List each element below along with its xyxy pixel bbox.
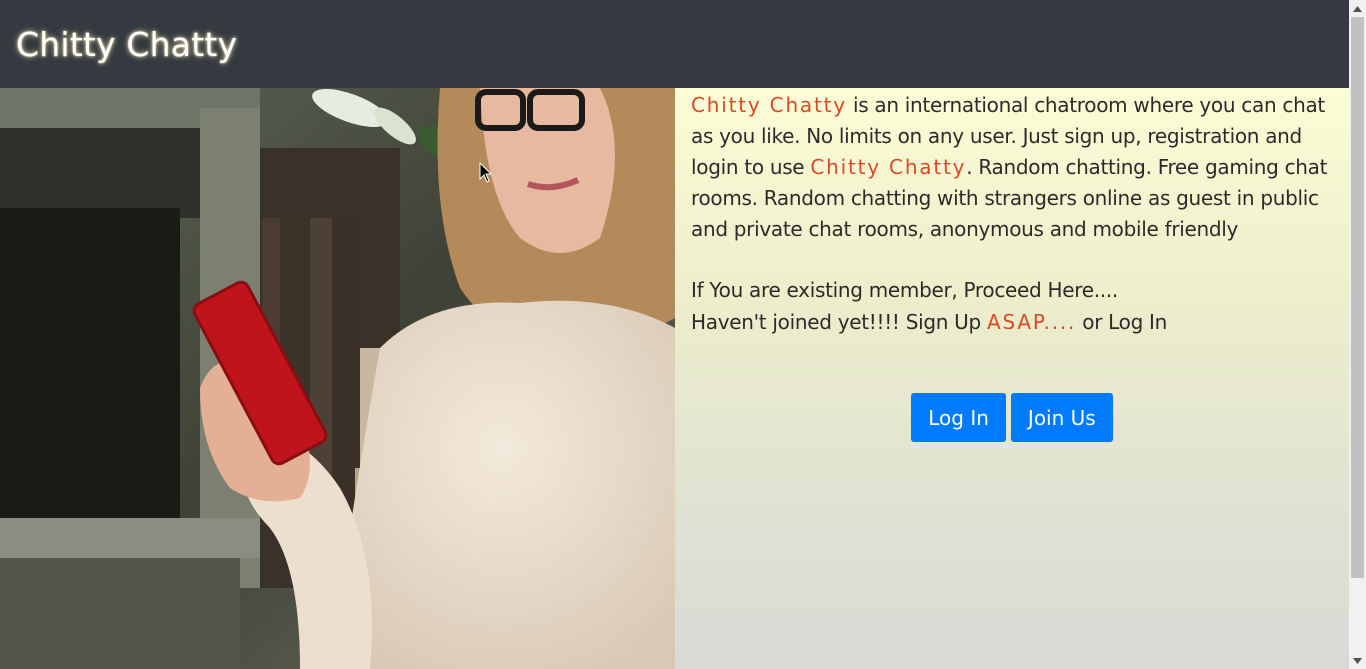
scroll-up-arrow-icon[interactable] — [1349, 0, 1366, 17]
scroll-down-arrow-icon[interactable] — [1349, 652, 1366, 669]
vertical-scrollbar[interactable] — [1349, 0, 1366, 669]
brand-link[interactable]: Chitty Chatty — [16, 25, 237, 64]
intro-paragraph: Chitty Chatty is an international chatro… — [691, 93, 1328, 241]
woman-with-phone-photo — [0, 88, 675, 669]
existing-member-text: If You are existing member, Proceed Here… — [691, 278, 1118, 302]
hero-photo — [0, 88, 675, 669]
join-us-button[interactable]: Join Us — [1010, 393, 1113, 442]
navbar: Chitty Chatty — [0, 0, 1349, 88]
brand-name-highlight: Chitty Chatty — [691, 93, 847, 117]
brand-name-highlight: Chitty Chatty — [810, 155, 967, 179]
auth-buttons: Log In Join Us — [691, 393, 1333, 442]
divider — [691, 360, 1333, 361]
scrollbar-thumb[interactable] — [1351, 17, 1364, 578]
intro-panel: Chitty Chatty is an international chatro… — [675, 88, 1349, 669]
login-button[interactable]: Log In — [911, 393, 1006, 442]
join-prompt-text: Haven't joined yet!!!! Sign Up ASAP.... … — [691, 310, 1168, 334]
member-prompt: If You are existing member, Proceed Here… — [691, 274, 1333, 338]
asap-highlight: ASAP.... — [986, 310, 1077, 334]
mouse-cursor-icon — [479, 161, 493, 188]
